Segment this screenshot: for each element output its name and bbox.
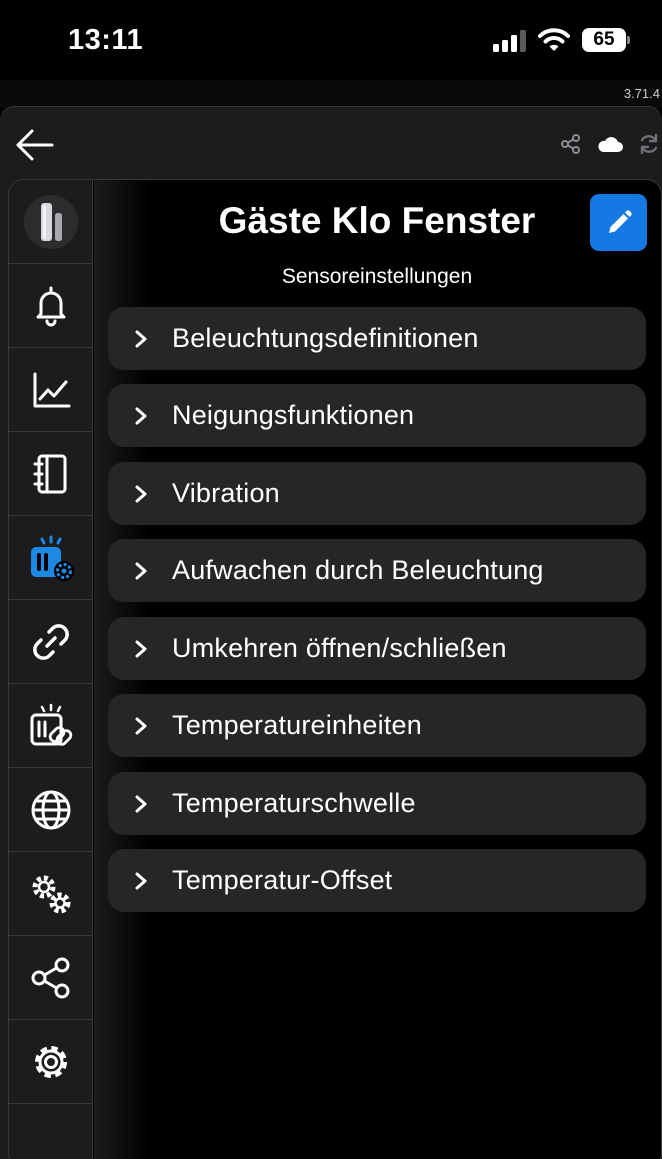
menu-item-temperature-units[interactable]: Temperatureinheiten	[108, 694, 646, 757]
chevron-right-icon	[135, 872, 147, 889]
menu-item-label: Temperaturschwelle	[172, 788, 416, 818]
pencil-icon	[608, 209, 632, 233]
sensor-thumbnail	[24, 194, 78, 249]
menu-item-wake-by-light[interactable]: Aufwachen durch Beleuchtung	[108, 539, 646, 602]
sidebar-item-sensor-link[interactable]	[9, 684, 93, 768]
menu-item-temperature-threshold[interactable]: Temperaturschwelle	[108, 772, 646, 835]
globe-icon	[31, 790, 71, 829]
sidebar-item-sensor-settings[interactable]	[9, 516, 93, 600]
menu-item-vibration[interactable]: Vibration	[108, 462, 646, 525]
sidebar-item-network[interactable]	[9, 768, 93, 852]
sensor-settings-icon	[31, 535, 74, 581]
app-version: 3.71.4	[623, 86, 660, 101]
page-title: Gäste Klo Fenster	[218, 200, 536, 241]
gear-icon	[35, 1045, 67, 1078]
menu-item-label: Temperatur-Offset	[172, 865, 393, 895]
back-button[interactable]	[12, 125, 56, 165]
page-subtitle: Sensoreinstellungen	[281, 265, 473, 288]
chevron-right-icon	[135, 562, 147, 579]
gears-icon	[32, 875, 71, 913]
battery-level: 65	[582, 28, 626, 52]
sidebar-item-link[interactable]	[9, 600, 93, 684]
sensor-link-icon	[30, 703, 73, 746]
sidebar-item-advanced[interactable]	[9, 852, 93, 936]
sidebar-item-share[interactable]	[9, 936, 93, 1020]
door-sensor-icon	[41, 202, 62, 241]
cloud-icon[interactable]	[596, 133, 624, 155]
chart-icon	[33, 372, 71, 407]
menu-item-tilt-functions[interactable]: Neigungsfunktionen	[108, 384, 646, 447]
main-frame: Gäste Klo Fenster Sensoreinstellungen Be…	[8, 179, 662, 1159]
menu-item-label: Neigungsfunktionen	[172, 400, 415, 430]
status-bar: 13:11 65	[0, 0, 662, 80]
top-banner	[0, 80, 662, 108]
sidebar	[9, 180, 93, 1159]
sidebar-item-sensor[interactable]	[9, 180, 93, 264]
content-panel: Gäste Klo Fenster Sensoreinstellungen Be…	[94, 180, 661, 1159]
sync-icon[interactable]	[638, 133, 660, 155]
link-icon	[33, 623, 69, 660]
edit-button[interactable]	[590, 194, 647, 251]
sidebar-item-notifications[interactable]	[9, 264, 93, 348]
notebook-icon	[33, 454, 67, 493]
battery-nub	[627, 36, 630, 44]
chevron-right-icon	[135, 330, 147, 347]
app-window: Gäste Klo Fenster Sensoreinstellungen Be…	[0, 106, 662, 1159]
sidebar-item-log[interactable]	[9, 432, 93, 516]
share-icon[interactable]	[560, 133, 582, 155]
menu-item-label: Beleuchtungsdefinitionen	[172, 323, 479, 353]
status-time: 13:11	[68, 24, 144, 56]
menu-item-label: Temperatureinheiten	[172, 710, 422, 740]
menu-item-invert-open-close[interactable]: Umkehren öffnen/schließen	[108, 617, 646, 680]
wifi-icon	[538, 28, 570, 51]
chevron-right-icon	[135, 640, 147, 657]
menu-item-label: Umkehren öffnen/schließen	[172, 633, 507, 663]
sidebar-item-settings[interactable]	[9, 1020, 93, 1104]
bell-icon	[36, 286, 66, 326]
chevron-right-icon	[135, 407, 147, 424]
menu-item-label: Vibration	[172, 478, 280, 508]
menu-item-label: Aufwachen durch Beleuchtung	[172, 555, 544, 585]
menu-item-temperature-offset[interactable]: Temperatur-Offset	[108, 849, 646, 912]
share-icon	[31, 957, 70, 998]
cellular-signal-icon	[493, 30, 526, 52]
chevron-right-icon	[135, 717, 147, 734]
chevron-right-icon	[135, 485, 147, 502]
battery-indicator: 65	[582, 28, 630, 52]
menu-item-lighting-definitions[interactable]: Beleuchtungsdefinitionen	[108, 307, 646, 370]
chevron-right-icon	[135, 795, 147, 812]
sidebar-item-chart[interactable]	[9, 348, 93, 432]
arrow-left-icon	[16, 129, 54, 161]
